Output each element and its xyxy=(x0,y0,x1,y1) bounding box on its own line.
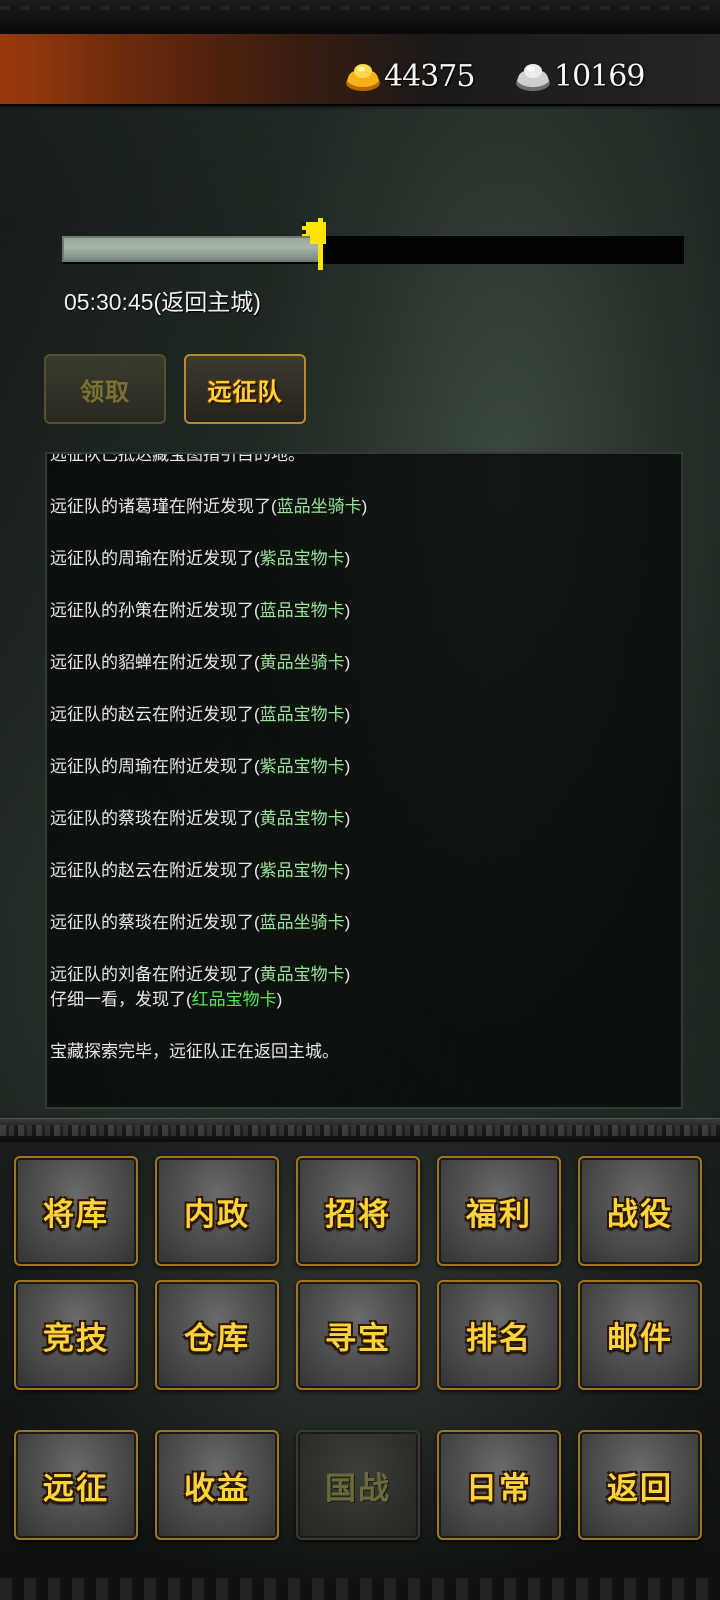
menu-button-label: 寻宝 xyxy=(325,1320,391,1357)
menu-button-generals[interactable]: 将库 xyxy=(14,1156,138,1266)
log-line: 远征队的周瑜在附近发现了(紫品宝物卡) xyxy=(50,549,351,568)
log-line: 远征队的貂蝉在附近发现了(黄品坐骑卡) xyxy=(50,653,351,672)
item-name: 黄品坐骑卡 xyxy=(259,653,345,672)
claim-button-label: 领取 xyxy=(80,377,130,406)
log-line: 远征队的蔡琰在附近发现了(蓝品坐骑卡) xyxy=(50,913,351,932)
menu-button-warehouse[interactable]: 仓库 xyxy=(155,1280,279,1390)
item-name: 蓝品宝物卡 xyxy=(259,601,345,620)
menu-button-recruit[interactable]: 招将 xyxy=(296,1156,420,1266)
item-name: 黄品宝物卡 xyxy=(259,965,345,984)
gold-currency: 44375 xyxy=(344,54,475,98)
log-line: 远征队的孙策在附近发现了(蓝品宝物卡) xyxy=(50,601,351,620)
item-name: 紫品宝物卡 xyxy=(259,861,345,880)
menu-button-mail[interactable]: 邮件 xyxy=(578,1280,702,1390)
currency-bar: 44375 10169 xyxy=(0,34,720,110)
menu-button-national-war[interactable]: 国战 xyxy=(296,1430,420,1540)
menu-button-label: 竞技 xyxy=(43,1320,109,1357)
status-strip xyxy=(0,0,720,34)
expedition-timer: 05:30:45(返回主城) xyxy=(64,289,261,315)
menu-button-daily[interactable]: 日常 xyxy=(437,1430,561,1540)
menu-button-treasure[interactable]: 寻宝 xyxy=(296,1280,420,1390)
menu-button-label: 邮件 xyxy=(607,1320,673,1357)
menu-button-label: 排名 xyxy=(466,1320,532,1357)
main-menu-grid: 将库 内政 招将 福利 战役 竞技 仓库 寻宝 排名 邮件 远征 收益 国战 日… xyxy=(0,1142,720,1600)
menu-button-ranking[interactable]: 排名 xyxy=(437,1280,561,1390)
menu-button-label: 内政 xyxy=(184,1196,250,1233)
item-name: 紫品宝物卡 xyxy=(259,757,345,776)
bottom-strip xyxy=(0,1578,720,1600)
log-line: 远征队的蔡琰在附近发现了(黄品宝物卡) xyxy=(50,809,351,828)
menu-button-label: 收益 xyxy=(184,1470,250,1507)
log-line-bonus: 仔细一看，发现了(红品宝物卡) xyxy=(50,990,283,1009)
silver-ingot-icon xyxy=(514,59,552,93)
progress-flag-icon xyxy=(302,218,332,270)
log-line: 远征队已抵达藏宝图指引目的地。 xyxy=(50,452,305,464)
menu-button-label: 国战 xyxy=(325,1470,391,1507)
log-line: 远征队的赵云在附近发现了(蓝品宝物卡) xyxy=(50,705,351,724)
expedition-progress-bar xyxy=(62,218,684,270)
item-name: 紫品宝物卡 xyxy=(259,549,345,568)
expedition-team-button[interactable]: 远征队 xyxy=(184,354,306,424)
menu-button-label: 日常 xyxy=(466,1470,532,1507)
menu-button-campaign[interactable]: 战役 xyxy=(578,1156,702,1266)
expedition-team-button-label: 远征队 xyxy=(207,377,283,406)
menu-button-domestic[interactable]: 内政 xyxy=(155,1156,279,1266)
silver-amount: 10169 xyxy=(554,58,645,94)
log-line: 远征队的刘备在附近发现了(黄品宝物卡) xyxy=(50,965,351,984)
gold-ingot-icon xyxy=(344,59,382,93)
menu-button-expedition[interactable]: 远征 xyxy=(14,1430,138,1540)
status-strip-decoration xyxy=(0,6,720,10)
divider-pattern xyxy=(0,1125,720,1136)
log-line: 远征队的周瑜在附近发现了(紫品宝物卡) xyxy=(50,757,351,776)
log-line: 远征队的赵云在附近发现了(紫品宝物卡) xyxy=(50,861,351,880)
item-name: 蓝品坐骑卡 xyxy=(259,913,345,932)
item-name: 蓝品宝物卡 xyxy=(259,705,345,724)
gold-amount: 44375 xyxy=(384,58,475,94)
menu-button-welfare[interactable]: 福利 xyxy=(437,1156,561,1266)
menu-button-label: 仓库 xyxy=(184,1320,250,1357)
claim-button[interactable]: 领取 xyxy=(44,354,166,424)
menu-button-arena[interactable]: 竞技 xyxy=(14,1280,138,1390)
expedition-log-panel[interactable]: 远征队已抵达藏宝图指引目的地。 远征队的诸葛瑾在附近发现了(蓝品坐骑卡) 远征队… xyxy=(45,452,683,1109)
menu-button-label: 远征 xyxy=(43,1470,109,1507)
progress-fill xyxy=(62,236,322,262)
menu-button-label: 福利 xyxy=(466,1196,532,1233)
expedition-log: 远征队已抵达藏宝图指引目的地。 远征队的诸葛瑾在附近发现了(蓝品坐骑卡) 远征队… xyxy=(50,452,680,1064)
menu-button-label: 招将 xyxy=(325,1196,391,1233)
log-line: 远征队的诸葛瑾在附近发现了(蓝品坐骑卡) xyxy=(50,497,368,516)
menu-button-label: 返回 xyxy=(607,1470,673,1507)
item-name: 红品宝物卡 xyxy=(191,990,277,1009)
item-name: 蓝品坐骑卡 xyxy=(276,497,362,516)
game-screen: 44375 10169 05:30:45(返回主城) 领取 远征队 远征队已抵达… xyxy=(0,0,720,1600)
menu-button-back[interactable]: 返回 xyxy=(578,1430,702,1540)
log-line-final: 宝藏探索完毕，远征队正在返回主城。 xyxy=(50,1042,339,1061)
menu-button-label: 将库 xyxy=(43,1196,109,1233)
menu-button-label: 战役 xyxy=(607,1196,673,1233)
item-name: 黄品宝物卡 xyxy=(259,809,345,828)
silver-currency: 10169 xyxy=(514,54,645,98)
menu-button-income[interactable]: 收益 xyxy=(155,1430,279,1540)
section-divider xyxy=(0,1118,720,1144)
